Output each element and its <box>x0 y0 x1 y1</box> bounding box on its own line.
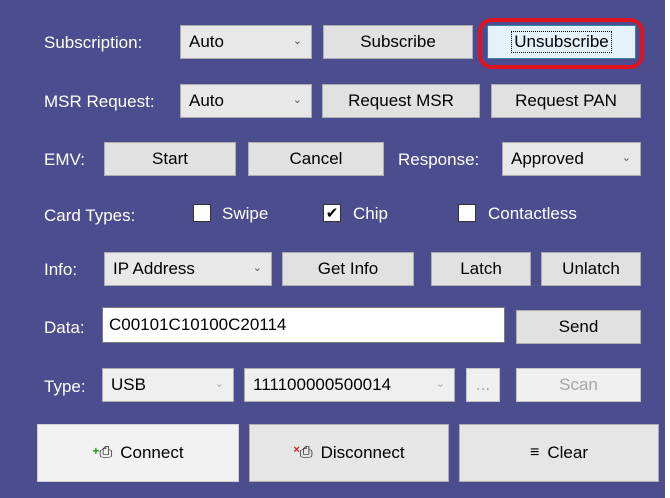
contactless-checkbox[interactable] <box>458 204 476 222</box>
subscription-label: Subscription: <box>44 33 143 52</box>
disconnect-button[interactable]: ×⎙ Disconnect <box>249 424 449 482</box>
subscription-value: Auto <box>189 32 224 51</box>
swipe-checkbox[interactable] <box>193 204 211 222</box>
contactless-label: Contactless <box>488 204 577 223</box>
msr-request-select[interactable]: Auto ⌄ <box>180 84 312 118</box>
swipe-label: Swipe <box>222 204 269 223</box>
chevron-down-icon: ⌄ <box>252 262 262 275</box>
chevron-down-icon: ⌄ <box>292 35 302 48</box>
send-button[interactable]: Send <box>516 310 641 344</box>
clear-list-icon: ≡ <box>530 444 540 461</box>
chevron-down-icon: ⌄ <box>435 378 445 391</box>
device-select[interactable]: 111100000500014 ⌄ <box>244 368 455 402</box>
subscribe-button[interactable]: Subscribe <box>323 25 473 59</box>
info-value: IP Address <box>113 259 195 278</box>
chevron-down-icon: ⌄ <box>214 378 224 391</box>
info-select[interactable]: IP Address ⌄ <box>104 252 272 286</box>
msr-request-value: Auto <box>189 91 224 110</box>
scan-button[interactable]: Scan <box>516 368 641 402</box>
data-label: Data: <box>44 318 85 337</box>
card-types-label: Card Types: <box>44 206 136 225</box>
checkmark-icon: ✔ <box>325 204 339 222</box>
chip-checkbox[interactable]: ✔ <box>323 204 341 222</box>
browse-button[interactable]: ... <box>466 368 500 402</box>
msr-request-label: MSR Request: <box>44 92 155 111</box>
request-msr-button[interactable]: Request MSR <box>322 84 480 118</box>
emv-label: EMV: <box>44 150 85 169</box>
response-select[interactable]: Approved ⌄ <box>502 142 641 176</box>
subscription-select[interactable]: Auto ⌄ <box>180 25 312 59</box>
type-label: Type: <box>44 377 86 396</box>
get-info-button[interactable]: Get Info <box>282 252 414 286</box>
latch-button[interactable]: Latch <box>431 252 531 286</box>
chip-label: Chip <box>353 204 388 223</box>
connect-button[interactable]: +⎙ Connect <box>37 424 239 482</box>
device-value: 111100000500014 <box>253 375 392 394</box>
control-panel: Subscription: Auto ⌄ Subscribe Unsubscri… <box>0 0 670 498</box>
plug-x-icon: ×⎙ <box>293 444 313 461</box>
type-value: USB <box>111 375 146 394</box>
type-select[interactable]: USB ⌄ <box>102 368 234 402</box>
emv-cancel-button[interactable]: Cancel <box>248 142 384 176</box>
request-pan-button[interactable]: Request PAN <box>491 84 641 118</box>
chevron-down-icon: ⌄ <box>621 152 631 165</box>
plug-plus-icon: +⎙ <box>92 444 113 461</box>
unlatch-button[interactable]: Unlatch <box>541 252 641 286</box>
chevron-down-icon: ⌄ <box>292 94 302 107</box>
response-label: Response: <box>398 150 480 169</box>
info-label: Info: <box>44 260 78 279</box>
disconnect-label: Disconnect <box>320 443 405 462</box>
data-value: C00101C10100C20114 <box>109 315 287 334</box>
highlight-annotation <box>478 18 644 69</box>
response-value: Approved <box>511 149 584 168</box>
data-input[interactable]: C00101C10100C20114 <box>102 307 505 343</box>
clear-label: Clear <box>547 443 588 462</box>
connect-label: Connect <box>120 443 184 462</box>
emv-start-button[interactable]: Start <box>104 142 236 176</box>
clear-button[interactable]: ≡ Clear <box>459 424 659 482</box>
